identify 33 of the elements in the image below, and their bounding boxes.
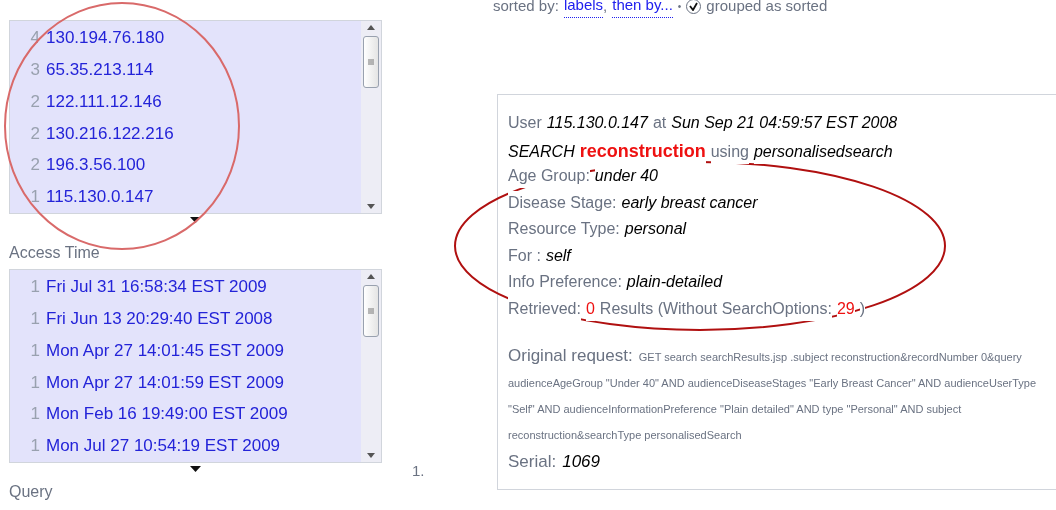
facet-item[interactable]: 1 Mon Apr 27 14:01:45 EST 2009 [30, 334, 361, 367]
scroll-down-icon[interactable] [367, 453, 375, 458]
original-request: Original request: GET search searchResults.jsp .subject reconstruction&recordNumber 0&query audienceAgeGroup "Under 40" AND audienceDiseaseStages "Early Breast Cancer" AND audienceUserType "Self" AND audienceInformationPreference "Plain detailed" AND type "Personal" AND subject reconstruction&searchType personalisedSearch [508, 345, 1038, 443]
sort-label: sorted by: [493, 0, 559, 16]
expand-caret-icon[interactable] [190, 217, 201, 223]
sort-link[interactable]: then by... [612, 0, 673, 18]
section-heading: Access Time [9, 243, 101, 263]
scrollbar[interactable] [361, 21, 381, 213]
facet-item[interactable]: 2 130.216.122.216 [30, 117, 361, 150]
scroll-up-icon[interactable] [367, 274, 375, 279]
facet-item[interactable]: 1 Fri Jul 31 16:58:34 EST 2009 [30, 271, 361, 303]
facet-item[interactable]: 2 196.3.56.100 [30, 149, 361, 182]
facet-item[interactable]: 1 Mon Jul 27 10:54:19 EST 2009 [30, 430, 361, 462]
result-number: 1. [411, 460, 426, 481]
comma-text: , [603, 0, 608, 16]
facet-item[interactable]: 3 65.35.213.114 [30, 53, 361, 86]
section-heading: Query [9, 482, 54, 502]
scroll-up-icon[interactable] [367, 25, 375, 30]
field-value: 1069 [562, 451, 600, 473]
facet-item[interactable]: 1 Mon Apr 27 14:01:59 EST 2009 [30, 366, 361, 399]
facet-item[interactable]: 1 115.130.0.147 [30, 181, 361, 213]
scrollbar[interactable] [361, 270, 381, 462]
scroll-thumb[interactable] [363, 285, 379, 337]
scroll-thumb[interactable] [363, 36, 379, 88]
facet-item[interactable]: 1 Mon Feb 16 19:49:00 EST 2009 [30, 398, 361, 431]
facet-item[interactable]: 2 122.111.12.146 [30, 85, 361, 118]
checkbox-label: grouped as sorted [706, 0, 828, 16]
scroll-down-icon[interactable] [367, 204, 375, 209]
field-label: Serial: [508, 451, 557, 473]
separator-dot: • [677, 0, 682, 14]
field-label: Retrieved: [508, 296, 581, 321]
expand-caret-icon[interactable] [190, 466, 201, 472]
facet-item[interactable]: 1 Fri Jun 13 20:29:40 EST 2008 [30, 302, 361, 335]
